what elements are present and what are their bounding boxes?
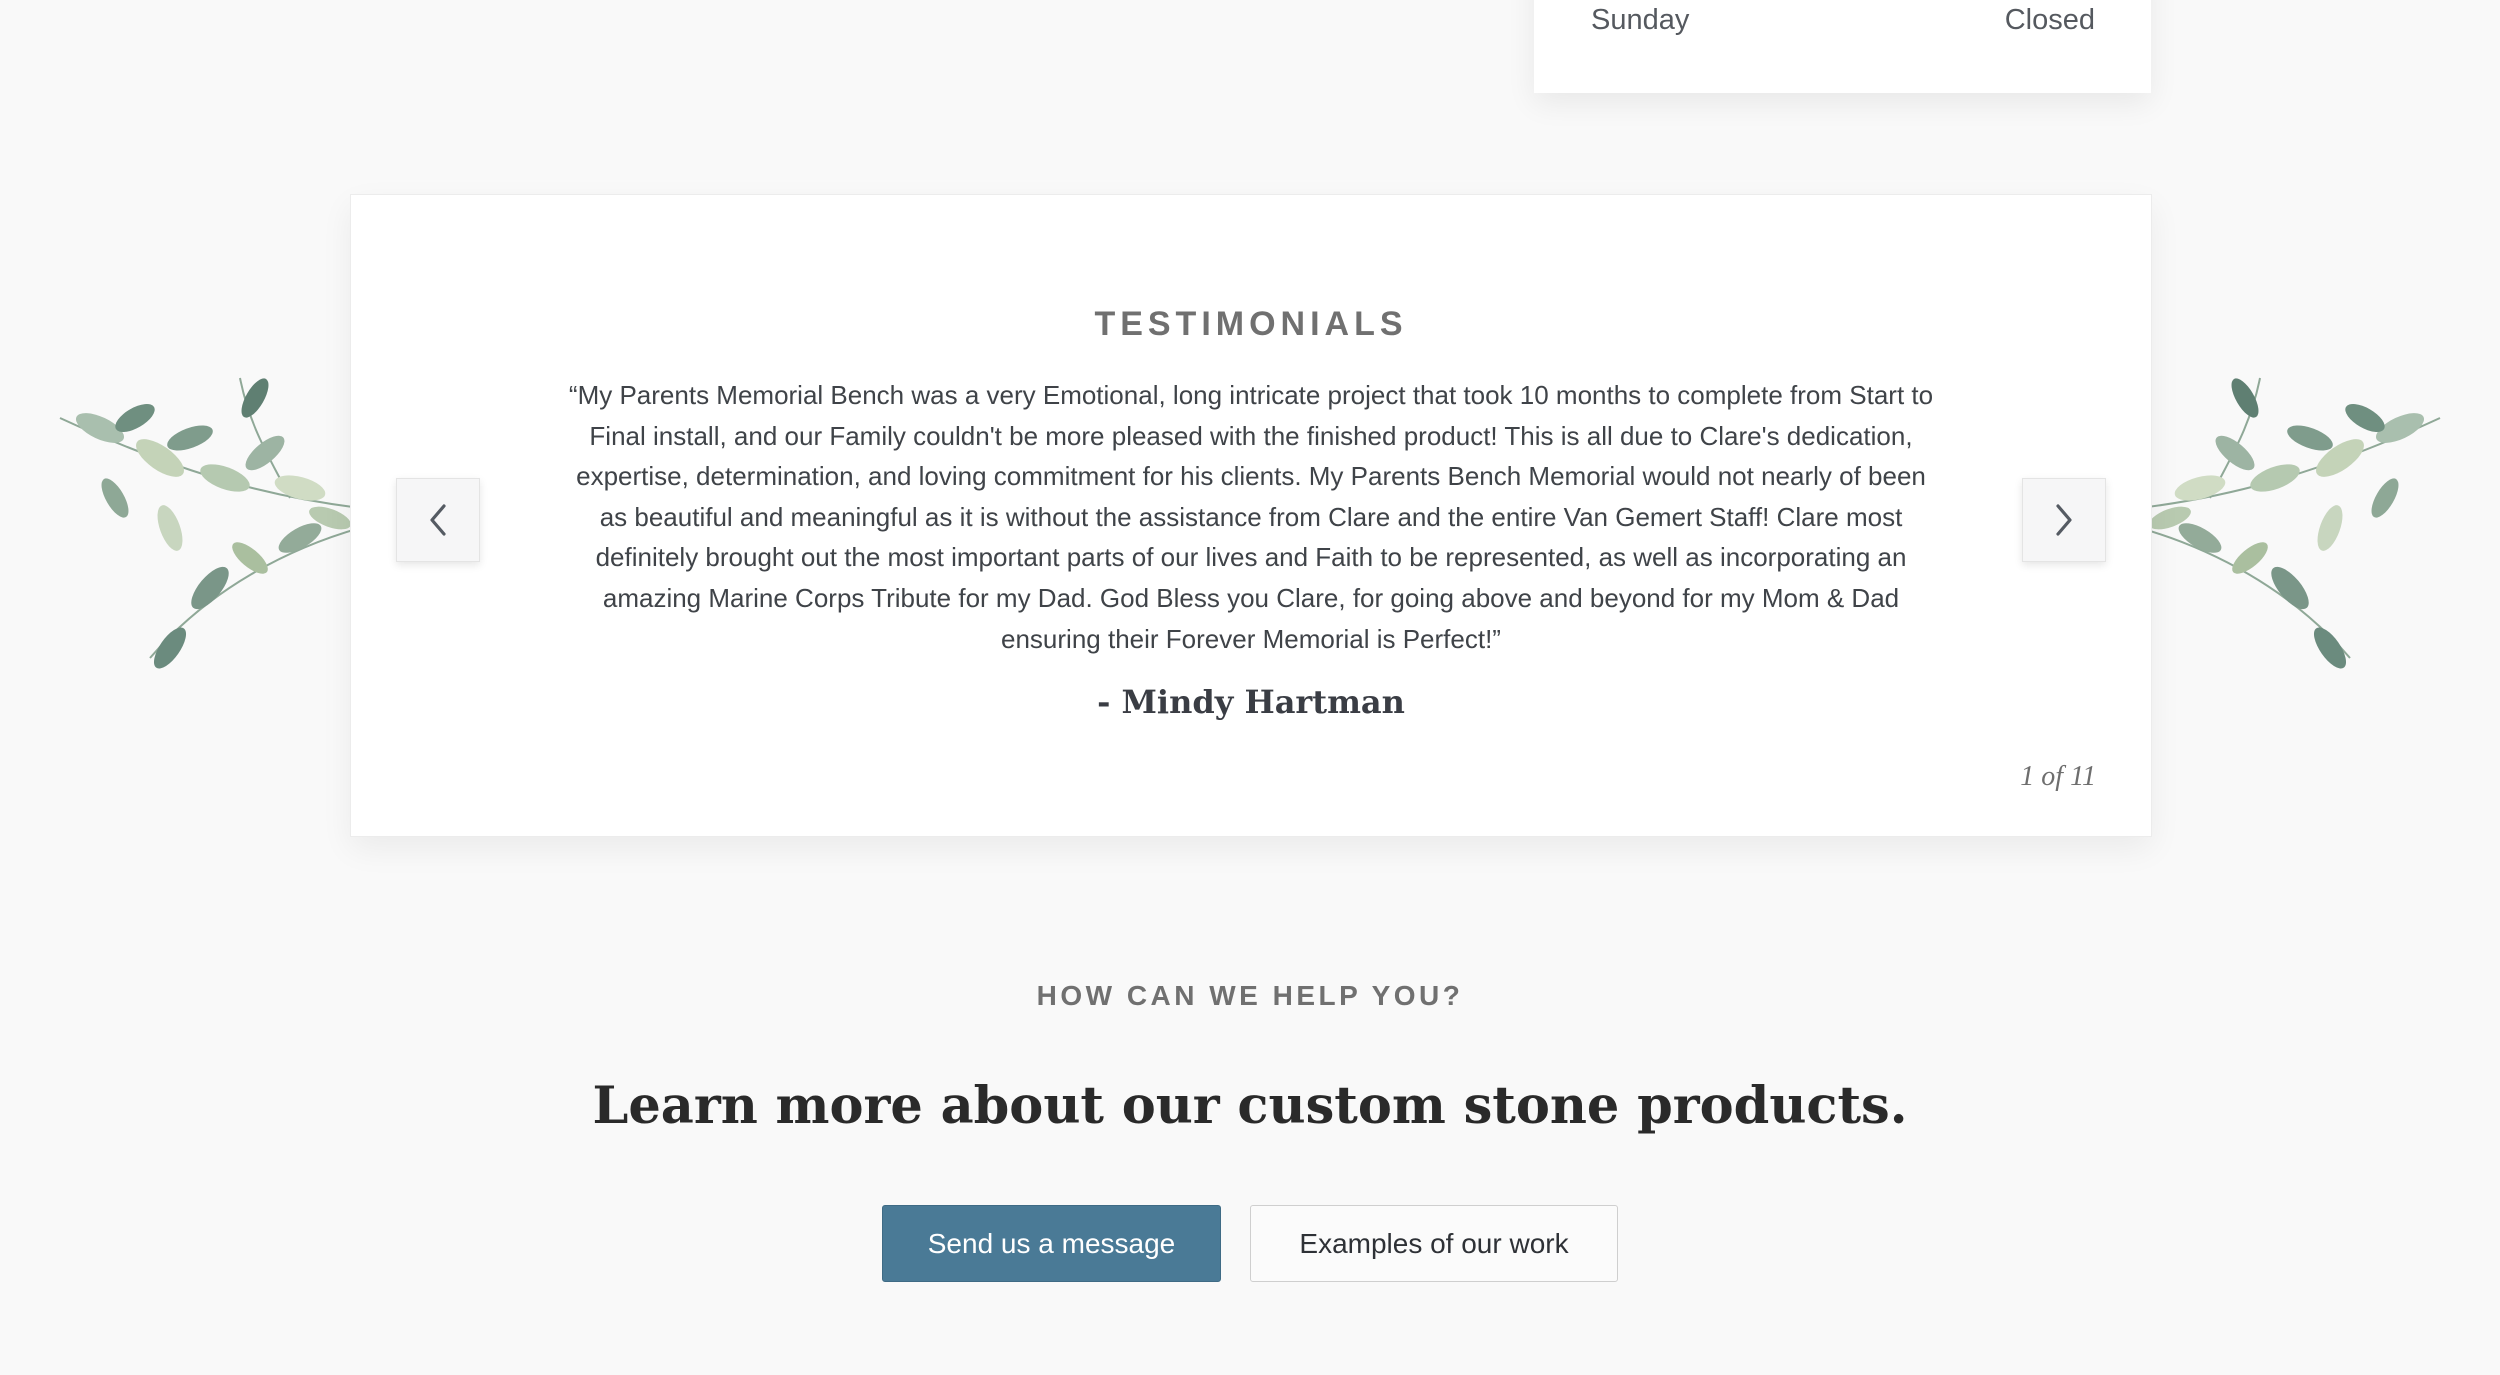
help-eyebrow: HOW CAN WE HELP YOU? [1036,980,1464,1011]
testimonials-carousel: TESTIMONIALS “My Parents Memorial Bench … [350,194,2152,837]
hours-day: Sunday [1591,3,1690,36]
testimonials-heading: TESTIMONIALS [1094,305,1408,343]
chevron-left-icon [430,504,446,536]
help-title: Learn more about our custom stone produc… [592,1076,1908,1136]
hours-status: Closed [2004,3,2095,36]
previous-slide-button[interactable] [396,478,480,562]
foliage-decoration-left-icon [59,377,360,669]
next-slide-button[interactable] [2022,478,2106,562]
testimonial-author: - Mindy Hartman [1097,683,1405,721]
send-message-button[interactable]: Send us a message [882,1205,1221,1282]
foliage-decoration-right-icon [2140,377,2441,669]
examples-of-work-button[interactable]: Examples of our work [1250,1205,1618,1282]
slide-counter: 1 of 11 [2020,761,2096,792]
chevron-right-icon [2056,504,2072,536]
hours-card: Sunday Closed [1534,0,2151,93]
cta-buttons: Send us a message Examples of our work [0,1205,2500,1282]
hours-row-sunday: Sunday Closed [1591,0,2095,40]
testimonial-quote: “My Parents Memorial Bench was a very Em… [568,380,1934,654]
